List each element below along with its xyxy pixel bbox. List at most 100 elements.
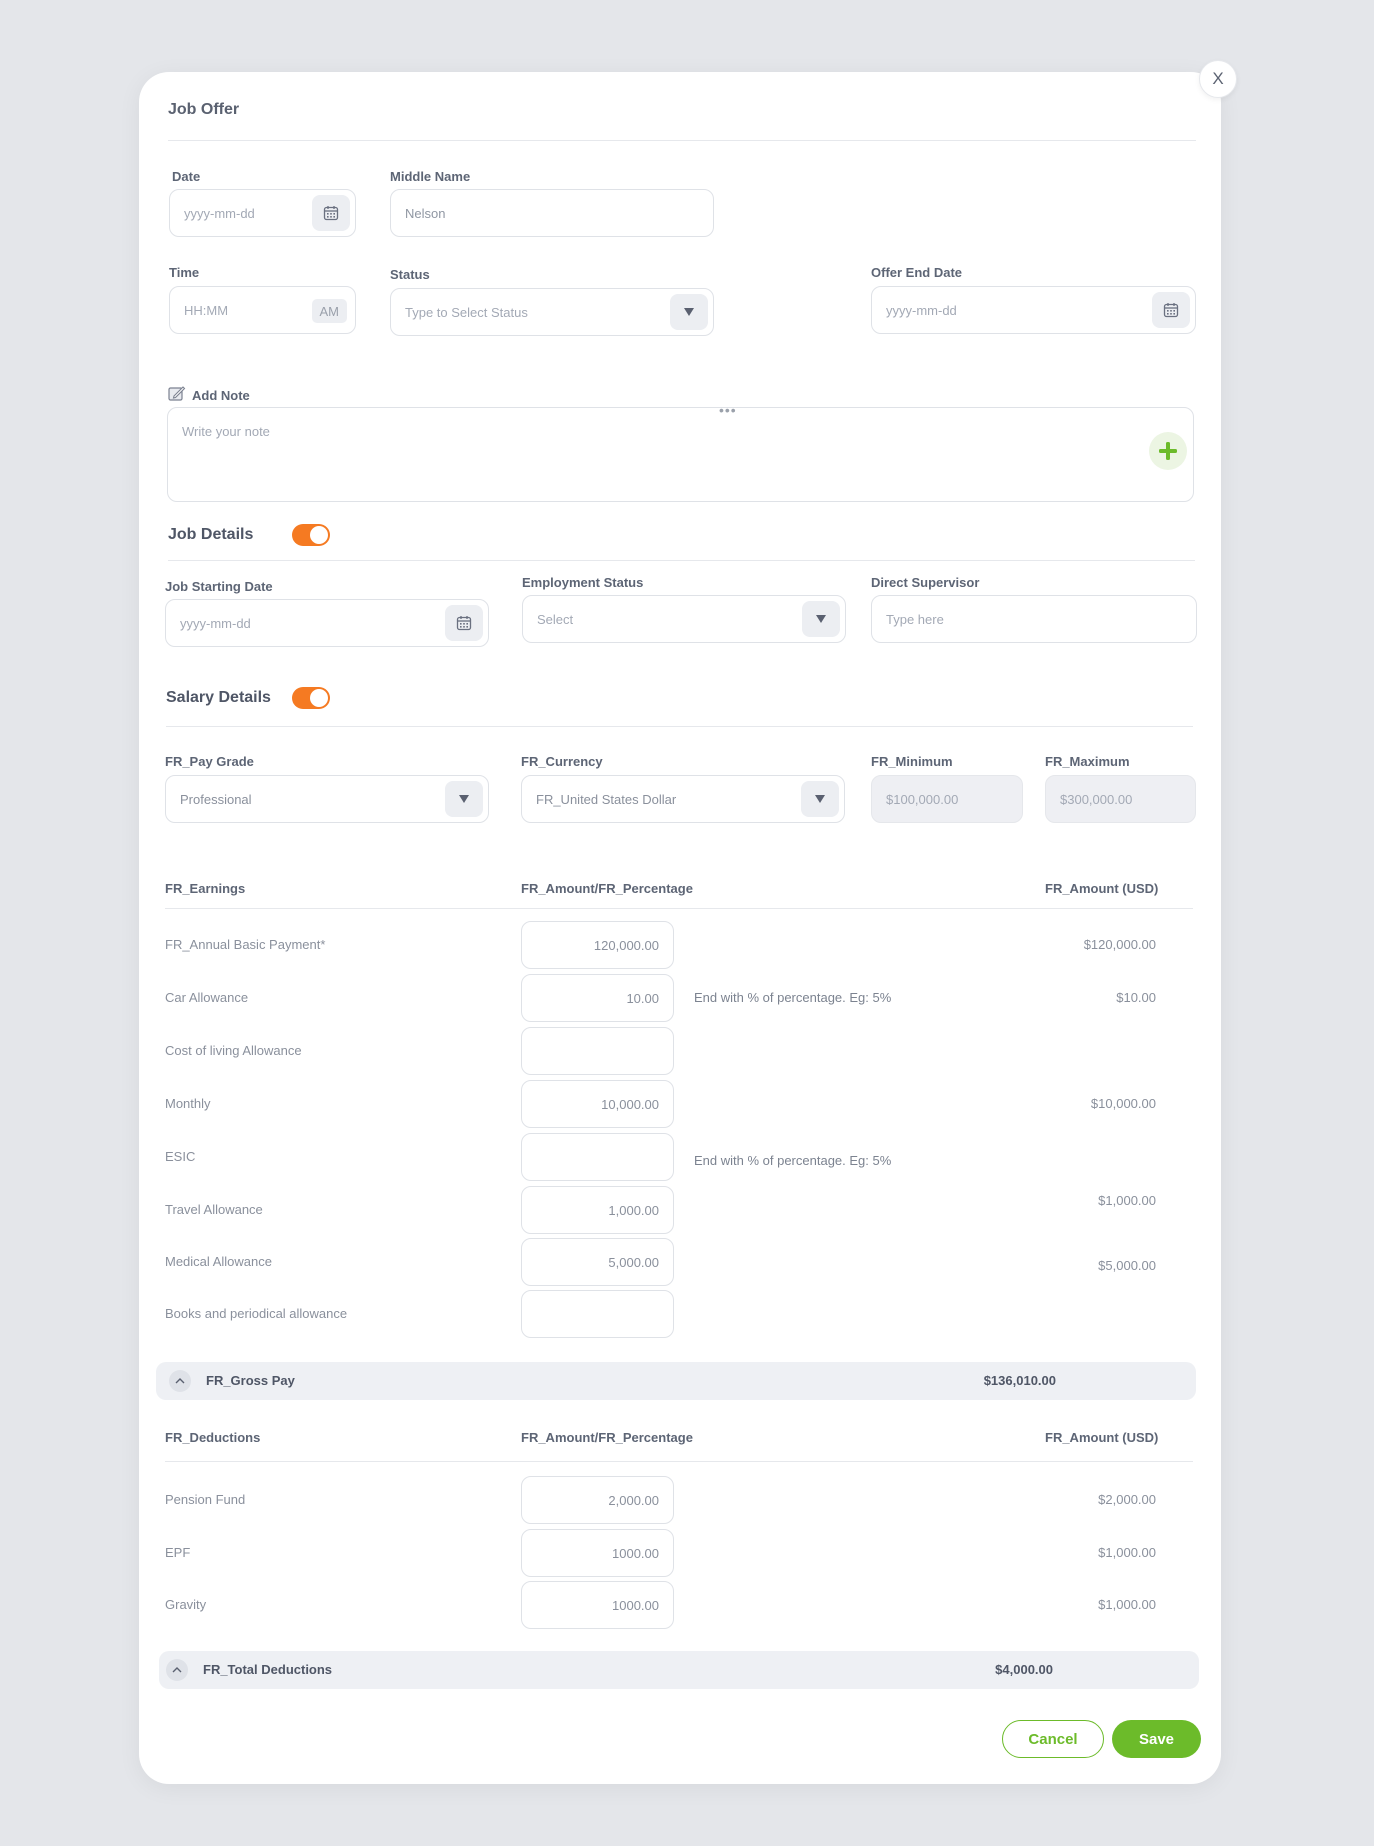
- minimum-label: FR_Minimum: [871, 754, 953, 769]
- earning-usd-value: $5,000.00: [1098, 1258, 1156, 1273]
- calendar-icon[interactable]: [312, 195, 350, 231]
- employment-status-select[interactable]: Select: [522, 595, 846, 643]
- more-options-icon[interactable]: •••: [719, 402, 737, 418]
- status-placeholder: Type to Select Status: [405, 304, 528, 320]
- deductions-divider: [165, 1461, 1193, 1462]
- chevron-down-icon[interactable]: [445, 781, 483, 817]
- status-select[interactable]: Type to Select Status: [390, 288, 714, 336]
- earning-amount-input[interactable]: [521, 1290, 674, 1338]
- deduction-amount-input[interactable]: 1000.00: [521, 1581, 674, 1629]
- offer-end-date-label: Offer End Date: [871, 265, 963, 280]
- minimum-value: $100,000.00: [886, 791, 959, 807]
- currency-value: FR_United States Dollar: [536, 791, 677, 807]
- maximum-value: $300,000.00: [1060, 791, 1133, 807]
- earnings-header: FR_Earnings: [165, 881, 246, 896]
- calendar-icon[interactable]: [445, 605, 483, 641]
- earning-amount-input[interactable]: 10.00: [521, 974, 674, 1022]
- add-note-button[interactable]: [1149, 432, 1187, 470]
- direct-supervisor-label: Direct Supervisor: [871, 575, 980, 590]
- employment-status-placeholder: Select: [537, 611, 574, 627]
- earning-row-label: Travel Allowance: [165, 1202, 263, 1217]
- total-deductions-bar: FR_Total Deductions $4,000.00: [159, 1651, 1199, 1689]
- salary-details-toggle[interactable]: [292, 687, 330, 709]
- time-label: Time: [169, 265, 200, 280]
- earning-usd-value: $1,000.00: [1098, 1193, 1156, 1208]
- job-details-title: Job Details: [168, 526, 254, 543]
- deduction-usd-value: $1,000.00: [1098, 1597, 1156, 1612]
- minimum-field: $100,000.00: [871, 775, 1023, 823]
- time-input[interactable]: HH:MM AM: [169, 286, 356, 334]
- earning-amount-input[interactable]: [521, 1027, 674, 1075]
- earning-row-label: ESIC: [165, 1149, 196, 1164]
- cancel-button[interactable]: Cancel: [1002, 1720, 1104, 1758]
- earning-row-label: Monthly: [165, 1096, 211, 1111]
- currency-label: FR_Currency: [521, 754, 603, 769]
- close-button[interactable]: X: [1199, 60, 1237, 98]
- earnings-usd-header: FR_Amount (USD): [1045, 881, 1159, 896]
- pay-grade-label: FR_Pay Grade: [165, 754, 254, 769]
- middle-name-value: Nelson: [405, 205, 446, 221]
- deduction-amount-input[interactable]: 2,000.00: [521, 1476, 674, 1524]
- deduction-row-label: Gravity: [165, 1597, 207, 1612]
- offer-end-date-placeholder: yyyy-mm-dd: [886, 302, 957, 318]
- plus-icon: [1159, 442, 1177, 460]
- earning-usd-value: $10,000.00: [1090, 1096, 1156, 1111]
- earnings-amount-header: FR_Amount/FR_Percentage: [521, 881, 693, 896]
- earning-amount-input[interactable]: 10,000.00: [521, 1080, 674, 1128]
- total-deductions-label: FR_Total Deductions: [203, 1662, 333, 1677]
- note-textarea[interactable]: Write your note •••: [167, 402, 1194, 502]
- note-placeholder: Write your note: [182, 424, 270, 439]
- earning-row-label: Car Allowance: [165, 990, 249, 1005]
- pay-grade-value: Professional: [180, 791, 252, 807]
- deduction-amount-input[interactable]: 1000.00: [521, 1529, 674, 1577]
- add-note-label: Add Note: [192, 388, 250, 403]
- chevron-up-icon[interactable]: [169, 1370, 191, 1392]
- earning-row-label: Cost of living Allowance: [165, 1043, 302, 1058]
- status-label: Status: [390, 267, 430, 282]
- date-placeholder: yyyy-mm-dd: [184, 205, 255, 221]
- gross-pay-value: $136,010.00: [983, 1373, 1056, 1388]
- middle-name-input[interactable]: Nelson: [390, 189, 714, 237]
- job-starting-date-input[interactable]: yyyy-mm-dd: [165, 599, 489, 647]
- chevron-up-icon[interactable]: [166, 1659, 188, 1681]
- earning-usd-value: $120,000.00: [1083, 937, 1156, 952]
- add-note-header: Add Note: [168, 384, 250, 407]
- save-button[interactable]: Save: [1112, 1720, 1201, 1758]
- date-input[interactable]: yyyy-mm-dd: [169, 189, 356, 237]
- maximum-field: $300,000.00: [1045, 775, 1196, 823]
- earning-row-label: FR_Annual Basic Payment*: [165, 937, 326, 952]
- title-divider: [168, 140, 1196, 141]
- chevron-down-icon[interactable]: [670, 294, 708, 330]
- direct-supervisor-input[interactable]: Type here: [871, 595, 1197, 643]
- gross-pay-label: FR_Gross Pay: [206, 1373, 295, 1388]
- earning-amount-input[interactable]: 120,000.00: [521, 921, 674, 969]
- earnings-divider: [165, 908, 1193, 909]
- total-deductions-value: $4,000.00: [995, 1662, 1053, 1677]
- earning-amount-input[interactable]: 1,000.00: [521, 1186, 674, 1234]
- calendar-icon[interactable]: [1152, 292, 1190, 328]
- time-placeholder: HH:MM: [184, 302, 229, 318]
- salary-details-divider: [166, 726, 1193, 727]
- earning-amount-input[interactable]: [521, 1133, 674, 1181]
- earning-row-label: Books and periodical allowance: [165, 1306, 348, 1321]
- direct-supervisor-placeholder: Type here: [886, 611, 944, 627]
- deduction-row-label: EPF: [165, 1545, 191, 1560]
- earning-usd-value: $10.00: [1116, 990, 1156, 1005]
- deduction-usd-value: $1,000.00: [1098, 1545, 1156, 1560]
- deductions-usd-header: FR_Amount (USD): [1045, 1430, 1159, 1445]
- currency-select[interactable]: FR_United States Dollar: [521, 775, 845, 823]
- chevron-down-icon[interactable]: [801, 781, 839, 817]
- pay-grade-select[interactable]: Professional: [165, 775, 489, 823]
- job-details-toggle[interactable]: [292, 524, 330, 546]
- note-icon: [168, 384, 186, 407]
- percentage-hint: End with % of percentage. Eg: 5%: [694, 990, 892, 1005]
- earning-amount-input[interactable]: 5,000.00: [521, 1238, 674, 1286]
- job-starting-date-label: Job Starting Date: [165, 579, 273, 594]
- percentage-hint: End with % of percentage. Eg: 5%: [694, 1153, 892, 1168]
- middle-name-label: Middle Name: [390, 169, 471, 184]
- chevron-down-icon[interactable]: [802, 601, 840, 637]
- deduction-row-label: Pension Fund: [165, 1492, 246, 1507]
- ampm-toggle[interactable]: AM: [311, 299, 347, 323]
- maximum-label: FR_Maximum: [1045, 754, 1130, 769]
- offer-end-date-input[interactable]: yyyy-mm-dd: [871, 286, 1196, 334]
